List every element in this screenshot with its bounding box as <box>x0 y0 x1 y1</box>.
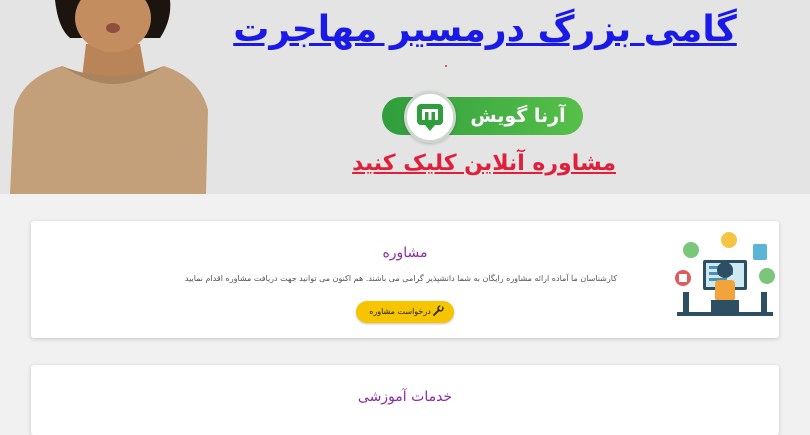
decorative-dot <box>445 65 447 67</box>
brand-logo-circle <box>404 91 456 143</box>
consultation-card: مشاوره کارشناسان ما آماده ارائه مشاوره ر… <box>31 221 779 338</box>
education-services-card: خدمات آموزشی <box>31 365 779 435</box>
wrench-icon <box>433 305 444 316</box>
consultation-description: کارشناسان ما آماده ارائه مشاوره رایگان ب… <box>184 274 617 283</box>
chat-logo-icon <box>417 104 443 131</box>
woman-photo <box>0 0 230 194</box>
online-consult-cta[interactable]: مشاوره آنلاین کلیک کنید <box>352 146 616 182</box>
request-consultation-label: درخواست مشاوره <box>369 307 431 316</box>
headline-text: گامی بزرگ درمسیر مهاجرت <box>233 9 737 50</box>
brand-name: آرنا گویش <box>470 105 566 127</box>
education-services-title: خدمات آموزشی <box>357 389 453 405</box>
request-consultation-button[interactable]: درخواست مشاوره <box>356 301 454 323</box>
hero-banner[interactable]: گامی بزرگ درمسیر مهاجرت آرنا گویش مشاوره… <box>0 0 810 194</box>
consultation-title: مشاوره <box>382 245 428 261</box>
